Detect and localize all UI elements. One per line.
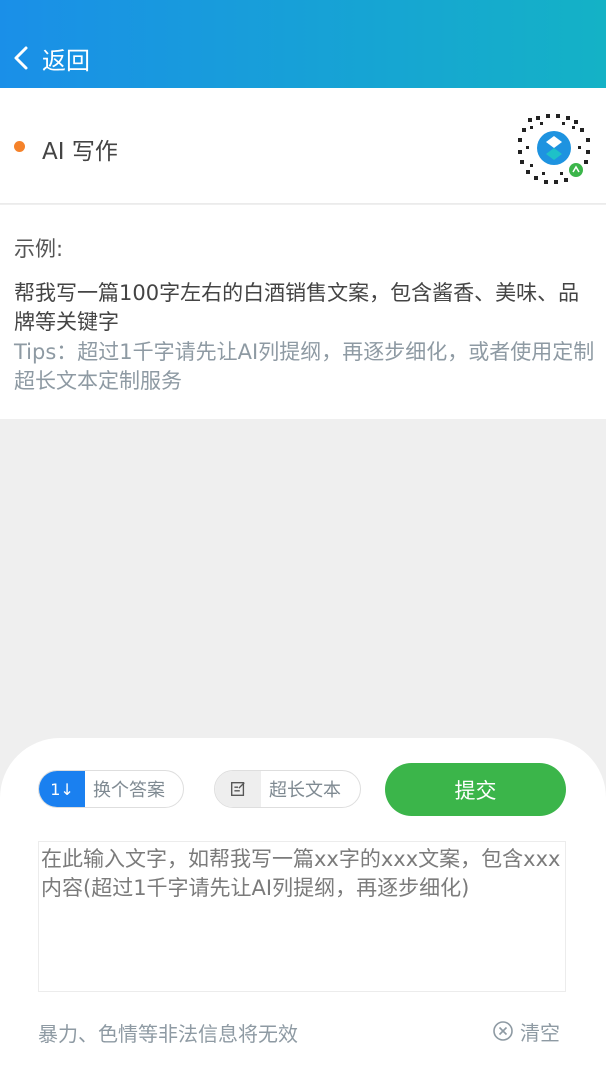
qr-code-icon[interactable] bbox=[512, 106, 596, 190]
title-dot-icon bbox=[14, 141, 25, 152]
circle-x-icon bbox=[493, 1021, 513, 1041]
back-label: 返回 bbox=[42, 46, 90, 75]
switch-answer-button[interactable]: 1↓ 换个答案 bbox=[38, 770, 184, 808]
switch-answer-label: 换个答案 bbox=[93, 780, 165, 801]
clear-button[interactable]: 清空 bbox=[492, 1016, 560, 1046]
page-title: AI 写作 bbox=[42, 139, 118, 165]
chevron-left-icon bbox=[14, 46, 28, 70]
edit-note-icon bbox=[215, 771, 261, 807]
top-nav-bar: 返回 bbox=[0, 0, 606, 88]
clear-label: 清空 bbox=[520, 1020, 560, 1045]
long-text-label: 超长文本 bbox=[269, 780, 341, 801]
submit-button[interactable]: 提交 bbox=[385, 763, 566, 816]
sort-switch-icon: 1↓ bbox=[39, 771, 85, 807]
example-tips: Tips：超过1千字请先让AI列提纲，再逐步细化，或者使用定制超长文本定制服务 bbox=[14, 340, 595, 393]
example-text: 帮我写一篇100字左右的白酒销售文案，包含酱香、美味、品牌等关键字 bbox=[14, 281, 580, 334]
long-text-button[interactable]: 超长文本 bbox=[214, 770, 361, 808]
prompt-input[interactable] bbox=[38, 841, 566, 992]
example-label: 示例: bbox=[14, 237, 64, 261]
example-section: 示例: 帮我写一篇100字左右的白酒销售文案，包含酱香、美味、品牌等关键字 Ti… bbox=[0, 205, 606, 419]
content-warning: 暴力、色情等非法信息将无效 bbox=[38, 1022, 298, 1046]
back-button[interactable]: 返回 bbox=[10, 38, 90, 78]
